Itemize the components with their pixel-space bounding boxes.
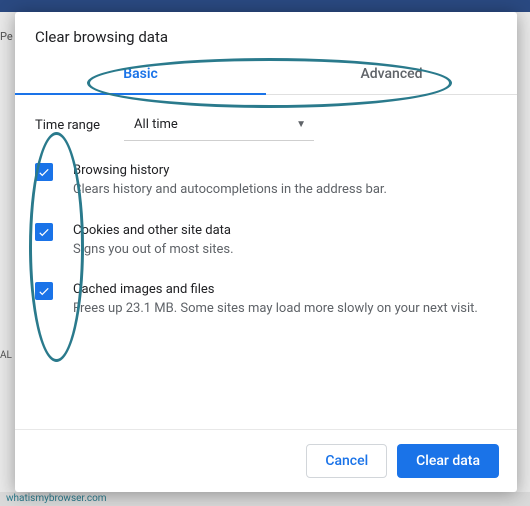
tab-advanced[interactable]: Advanced bbox=[266, 56, 517, 94]
option-title: Cookies and other site data bbox=[73, 223, 234, 238]
time-range-dropdown[interactable]: All time ▼ bbox=[124, 109, 314, 141]
dialog-title: Clear browsing data bbox=[15, 12, 517, 56]
clear-data-button[interactable]: Clear data bbox=[397, 444, 499, 478]
option-text: Cookies and other site data Signs you ou… bbox=[73, 223, 234, 259]
checkmark-icon bbox=[37, 284, 51, 298]
option-title: Cached images and files bbox=[73, 282, 478, 297]
option-text: Browsing history Clears history and auto… bbox=[73, 163, 387, 199]
checkmark-icon bbox=[37, 165, 51, 179]
checkbox-cache[interactable] bbox=[35, 282, 53, 300]
window-titlebar-strip bbox=[0, 0, 530, 12]
dialog-footer: Cancel Clear data bbox=[15, 429, 517, 492]
dialog-body: Time range All time ▼ Browsing history C… bbox=[15, 95, 517, 429]
time-range-row: Time range All time ▼ bbox=[35, 109, 497, 141]
tab-indicator bbox=[15, 93, 266, 95]
checkbox-cookies[interactable] bbox=[35, 223, 53, 241]
option-title: Browsing history bbox=[73, 163, 387, 178]
checkmark-icon bbox=[37, 225, 51, 239]
watermark: whatismybrowser.com bbox=[6, 493, 107, 504]
option-cookies: Cookies and other site data Signs you ou… bbox=[35, 223, 497, 259]
option-text: Cached images and files Frees up 23.1 MB… bbox=[73, 282, 478, 318]
tabs: Basic Advanced bbox=[15, 56, 517, 95]
option-desc: Signs you out of most sites. bbox=[73, 241, 234, 259]
checkbox-browsing-history[interactable] bbox=[35, 163, 53, 181]
bg-cut-text: Pe bbox=[0, 30, 13, 43]
option-cache: Cached images and files Frees up 23.1 MB… bbox=[35, 282, 497, 318]
chevron-down-icon: ▼ bbox=[296, 119, 306, 130]
time-range-selected: All time bbox=[134, 117, 178, 132]
clear-browsing-data-dialog: Clear browsing data Basic Advanced Time … bbox=[15, 12, 517, 492]
option-desc: Frees up 23.1 MB. Some sites may load mo… bbox=[73, 300, 478, 318]
tab-basic[interactable]: Basic bbox=[15, 56, 266, 94]
option-browsing-history: Browsing history Clears history and auto… bbox=[35, 163, 497, 199]
time-range-label: Time range bbox=[35, 118, 100, 133]
bg-cut-text-2: AL bbox=[0, 350, 12, 361]
option-desc: Clears history and autocompletions in th… bbox=[73, 181, 387, 199]
cancel-button[interactable]: Cancel bbox=[306, 444, 387, 478]
